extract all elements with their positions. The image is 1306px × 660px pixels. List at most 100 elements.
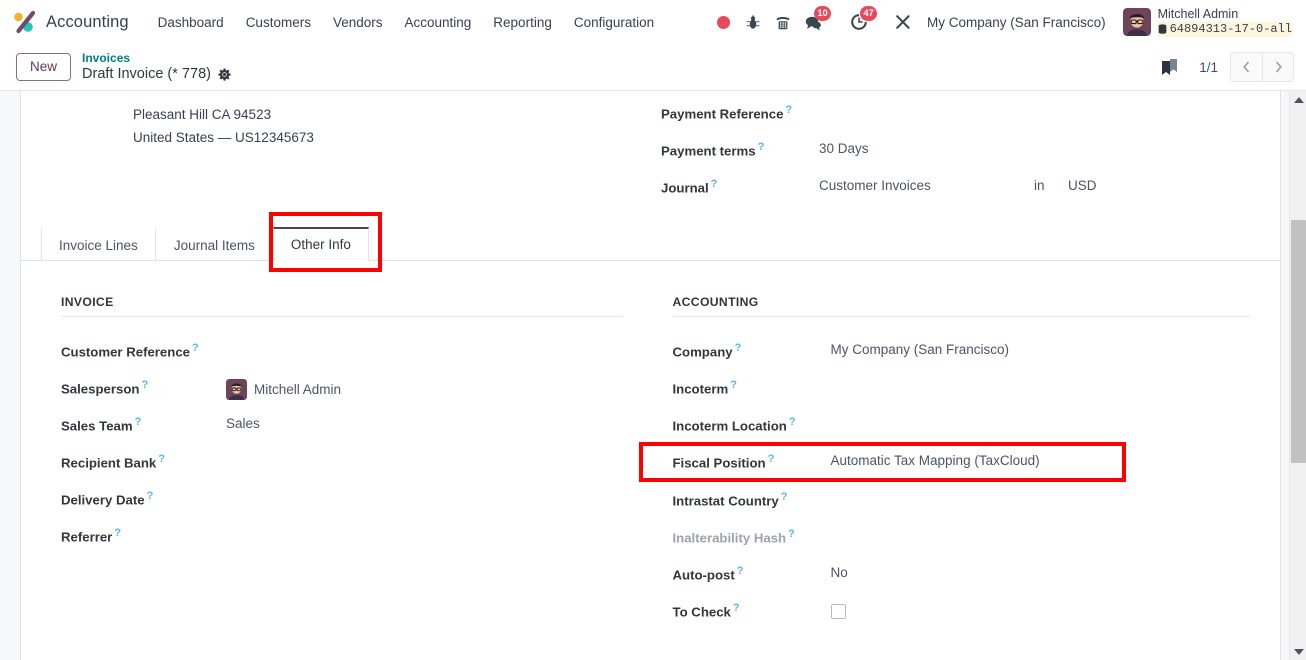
other-info-pane: INVOICE Customer Reference? Salesperson? <box>21 261 1280 638</box>
tools-icon[interactable] <box>888 7 918 37</box>
field-payment-terms: Payment terms? 30 Days <box>661 140 1280 165</box>
notebook-tabs: Invoice Lines Journal Items Other Info <box>21 226 1280 261</box>
header-fields-block: Payment Reference? Payment terms? 30 Day… <box>661 99 1280 214</box>
new-button[interactable]: New <box>16 52 72 82</box>
user-name: Mitchell Admin <box>1157 7 1239 22</box>
value-payment-terms[interactable]: 30 Days <box>819 140 869 156</box>
help-icon[interactable]: ? <box>788 528 795 540</box>
address-line-country: United States — US12345673 <box>133 130 314 146</box>
help-icon[interactable]: ? <box>789 416 796 428</box>
label-sales-team: Sales Team? <box>61 416 142 434</box>
help-icon[interactable]: ? <box>135 416 142 428</box>
help-icon[interactable]: ? <box>141 379 148 391</box>
navbar-systray: 10 47 My Company (San Francisco) Mitchel… <box>708 6 1298 37</box>
value-company[interactable]: My Company (San Francisco) <box>831 341 1010 357</box>
menu-vendors[interactable]: Vendors <box>322 9 394 36</box>
field-recipient-bank: Recipient Bank? <box>61 452 639 477</box>
breadcrumb: Invoices Draft Invoice (* 778) <box>82 51 231 82</box>
help-icon[interactable]: ? <box>730 379 737 391</box>
label-payment-reference: Payment Reference? <box>661 104 793 122</box>
vertical-scrollbar[interactable] <box>1289 91 1306 660</box>
app-brand[interactable]: Accounting <box>12 9 129 35</box>
label-incoterm: Incoterm? <box>672 379 737 397</box>
field-customer-reference: Customer Reference? <box>61 341 639 366</box>
field-fiscal-position: Fiscal Position? Automatic Tax Mapping (… <box>673 452 1251 477</box>
previous-record-button[interactable] <box>1230 52 1262 82</box>
pager[interactable]: 1/1 <box>1199 60 1218 75</box>
chevron-left-icon <box>1243 61 1250 73</box>
menu-configuration[interactable]: Configuration <box>563 9 665 36</box>
value-journal[interactable]: Customer Invoices <box>819 177 1034 193</box>
record-dot-icon[interactable] <box>708 7 738 37</box>
company-switcher[interactable]: My Company (San Francisco) <box>918 9 1115 36</box>
database-name: 64894313-17-0-all <box>1157 22 1292 37</box>
accounting-group: ACCOUNTING Company? My Company (San Fran… <box>653 295 1281 638</box>
app-name: Accounting <box>46 12 129 31</box>
help-icon[interactable]: ? <box>147 490 154 502</box>
menu-accounting[interactable]: Accounting <box>394 9 483 36</box>
scroll-thumb[interactable] <box>1291 220 1306 463</box>
field-auto-post: Auto-post? No <box>673 564 1251 589</box>
menu-reporting[interactable]: Reporting <box>482 9 563 36</box>
field-payment-reference: Payment Reference? <box>661 103 1280 128</box>
help-icon[interactable]: ? <box>735 342 742 354</box>
value-auto-post[interactable]: No <box>831 564 848 580</box>
help-icon[interactable]: ? <box>158 453 165 465</box>
value-sales-team[interactable]: Sales <box>226 415 260 431</box>
journal-currency[interactable]: USD <box>1068 177 1097 193</box>
to-check-checkbox[interactable] <box>830 604 846 619</box>
label-auto-post: Auto-post? <box>672 565 744 583</box>
tab-other-info[interactable]: Other Info <box>272 227 369 261</box>
value-salesperson[interactable]: Mitchell Admin <box>226 378 341 400</box>
label-company: Company? <box>672 342 742 360</box>
menu-dashboard[interactable]: Dashboard <box>147 9 235 36</box>
field-incoterm: Incoterm? <box>673 378 1251 403</box>
phone-dialpad-icon[interactable] <box>768 7 798 37</box>
field-sales-team: Sales Team? Sales <box>61 415 639 440</box>
partner-address-block: Pleasant Hill CA 94523 United States — U… <box>21 99 661 214</box>
help-icon[interactable]: ? <box>711 178 718 190</box>
value-fiscal-position[interactable]: Automatic Tax Mapping (TaxCloud) <box>831 452 1040 468</box>
salesperson-avatar <box>226 379 247 400</box>
field-inalterability-hash: Inalterability Hash? <box>673 527 1251 552</box>
accounting-section-title: ACCOUNTING <box>672 295 1250 317</box>
field-incoterm-location: Incoterm Location? <box>673 415 1251 440</box>
bookmark-icon[interactable] <box>1159 57 1179 77</box>
help-icon[interactable]: ? <box>781 491 788 503</box>
chat-bubble-icon[interactable]: 10 <box>798 6 832 37</box>
help-icon[interactable]: ? <box>785 104 792 116</box>
tab-journal-items[interactable]: Journal Items <box>156 228 273 261</box>
label-salesperson: Salesperson? <box>61 379 149 397</box>
form-header-grid: Pleasant Hill CA 94523 United States — U… <box>21 91 1280 214</box>
field-to-check: To Check? <box>673 601 1251 626</box>
field-intrastat-country: Intrastat Country? <box>673 490 1251 515</box>
salesperson-name: Mitchell Admin <box>254 382 342 397</box>
label-intrastat-country: Intrastat Country? <box>672 491 788 509</box>
breadcrumb-parent-invoices[interactable]: Invoices <box>82 51 231 65</box>
label-delivery-date: Delivery Date? <box>61 490 154 508</box>
tab-invoice-lines[interactable]: Invoice Lines <box>41 228 156 261</box>
help-icon[interactable]: ? <box>737 565 744 577</box>
label-recipient-bank: Recipient Bank? <box>61 453 166 471</box>
pager-current: 1 <box>1199 59 1207 75</box>
help-icon[interactable]: ? <box>758 141 765 153</box>
help-icon[interactable]: ? <box>733 602 740 614</box>
help-icon[interactable]: ? <box>768 453 775 465</box>
value-to-check <box>830 601 846 619</box>
journal-in-label: in <box>1034 178 1045 193</box>
help-icon[interactable]: ? <box>114 527 121 539</box>
label-customer-reference: Customer Reference? <box>61 342 199 360</box>
scroll-down-arrow[interactable] <box>1290 643 1306 660</box>
menu-customers[interactable]: Customers <box>235 9 322 36</box>
activity-clock-icon[interactable]: 47 <box>844 6 878 37</box>
gear-icon[interactable] <box>218 68 231 81</box>
activity-count-badge: 47 <box>860 6 878 21</box>
scroll-up-arrow[interactable] <box>1290 91 1306 108</box>
form-scroll-area: Pleasant Hill CA 94523 United States — U… <box>0 91 1306 660</box>
bug-icon[interactable] <box>738 7 768 37</box>
next-record-button[interactable] <box>1262 52 1294 82</box>
field-salesperson: Salesperson? Mitchell Admin <box>61 378 639 403</box>
help-icon[interactable]: ? <box>192 342 199 354</box>
odoo-logo-icon <box>12 9 38 35</box>
user-menu[interactable]: Mitchell Admin 64894313-17-0-all <box>1115 7 1296 37</box>
